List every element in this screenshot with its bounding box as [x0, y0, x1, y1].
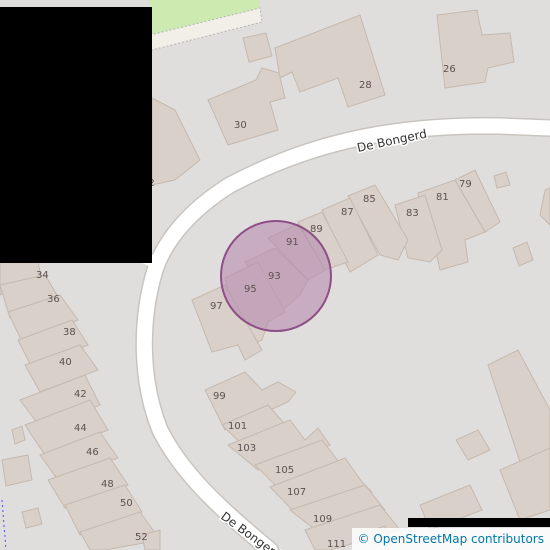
- house-number: 26: [443, 64, 456, 75]
- house-number: 107: [287, 487, 306, 498]
- house-number: 89: [310, 224, 323, 235]
- attribution[interactable]: © OpenStreetMap contributors: [351, 528, 550, 550]
- house-number: 99: [213, 391, 226, 402]
- house-number: 38: [63, 327, 76, 338]
- house-number: 46: [86, 447, 99, 458]
- house-number: 101: [228, 421, 247, 432]
- boundary-line: [1, 499, 7, 550]
- house-number: 81: [436, 192, 449, 203]
- house-number: 83: [406, 208, 419, 219]
- house-number: 111: [327, 539, 346, 550]
- house-number: 48: [101, 479, 114, 490]
- house-number: 52: [135, 532, 148, 543]
- house-number: 50: [120, 498, 133, 509]
- house-number: 28: [359, 80, 372, 91]
- house-number: 34: [36, 270, 49, 281]
- house-number: 109: [313, 514, 332, 525]
- house-number: 40: [59, 357, 72, 368]
- house-number: 93: [268, 271, 281, 282]
- house-number: 44: [74, 423, 87, 434]
- house-number: 105: [275, 465, 294, 476]
- redacted-overlay: [0, 7, 152, 263]
- house-number: 42: [74, 389, 87, 400]
- house-number: 95: [244, 284, 257, 295]
- house-number: 103: [237, 443, 256, 454]
- attribution-bar: [408, 518, 550, 527]
- street-label: De Bongerd: [218, 509, 284, 550]
- house-number: 36: [47, 294, 60, 305]
- house-number: 97: [210, 301, 223, 312]
- house-number: 85: [363, 194, 376, 205]
- house-number: 87: [341, 207, 354, 218]
- house-number: 79: [459, 179, 472, 190]
- attribution-link[interactable]: © OpenStreetMap contributors: [358, 532, 544, 546]
- house-number: 30: [234, 120, 247, 131]
- house-number: 91: [286, 237, 299, 248]
